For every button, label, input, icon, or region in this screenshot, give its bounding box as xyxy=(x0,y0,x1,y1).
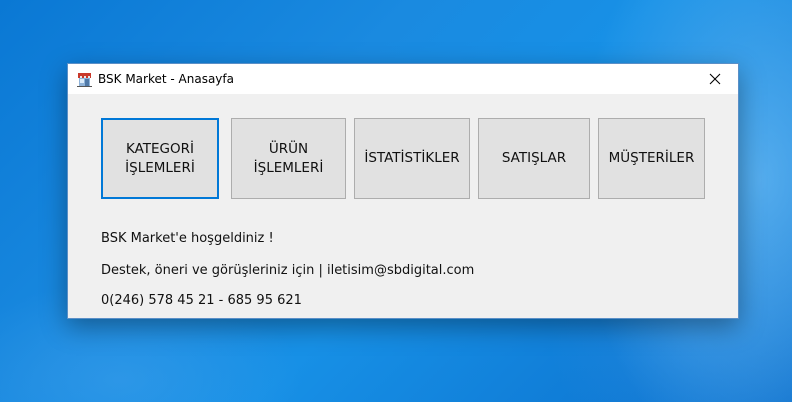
phone-text: 0(246) 578 45 21 - 685 95 621 xyxy=(101,293,302,308)
sales-button[interactable]: SATIŞLAR xyxy=(478,118,590,199)
window-title: BSK Market - Anasayfa xyxy=(98,72,234,86)
welcome-text: BSK Market'e hoşgeldiniz ! xyxy=(101,231,274,246)
main-window: BSK Market - Anasayfa KATEGORİ İŞLEMLERİ… xyxy=(67,63,739,319)
title-bar[interactable]: BSK Market - Anasayfa xyxy=(68,64,738,94)
storefront-icon xyxy=(77,72,92,87)
close-button[interactable] xyxy=(692,64,738,94)
product-operations-button[interactable]: ÜRÜN İŞLEMLERİ xyxy=(231,118,346,199)
support-text: Destek, öneri ve görüşleriniz için | ile… xyxy=(101,263,475,278)
category-operations-button[interactable]: KATEGORİ İŞLEMLERİ xyxy=(101,118,219,199)
statistics-button[interactable]: İSTATİSTİKLER xyxy=(354,118,470,199)
close-icon xyxy=(709,73,721,85)
window-content: KATEGORİ İŞLEMLERİ ÜRÜN İŞLEMLERİ İSTATİ… xyxy=(68,94,738,318)
customers-button[interactable]: MÜŞTERİLER xyxy=(598,118,705,199)
